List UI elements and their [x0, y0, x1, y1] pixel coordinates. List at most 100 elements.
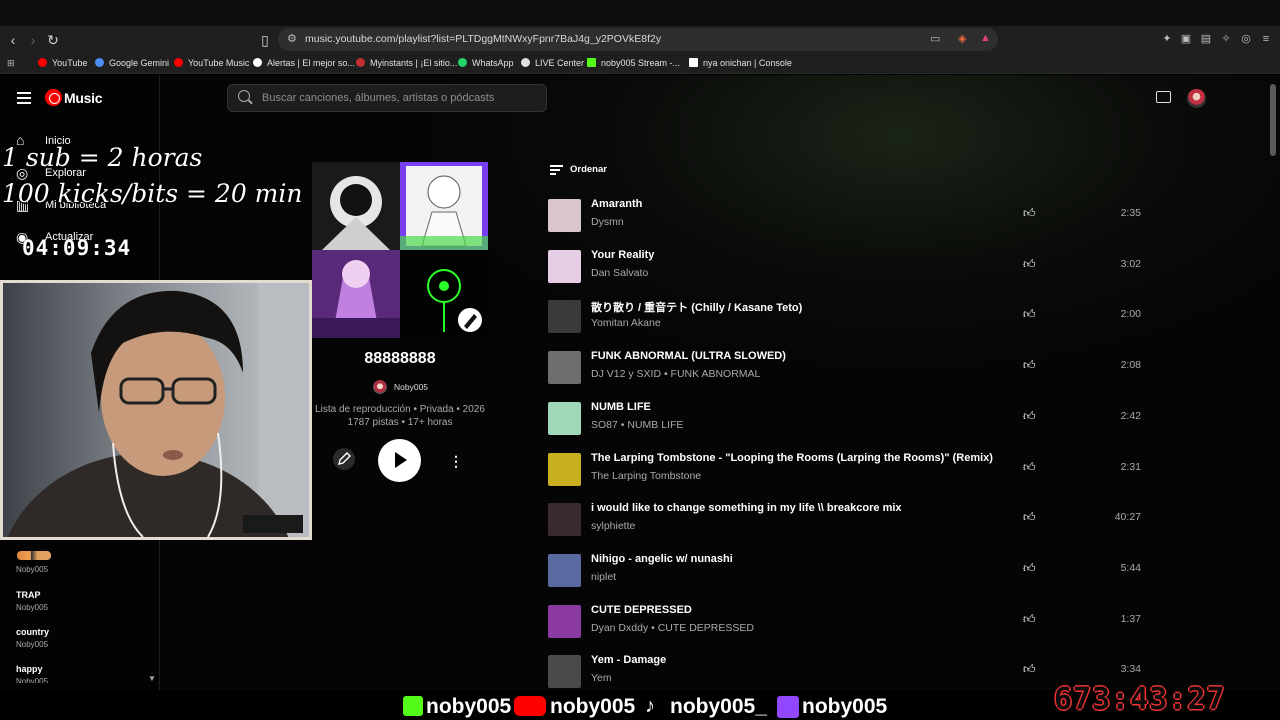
thumbs-up-icon[interactable]: 👍︎	[1023, 460, 1037, 474]
track-title[interactable]: Nihigo - angelic w/ nunashi	[591, 553, 733, 565]
bookmark-kick-stream[interactable]: noby005 Stream -...	[587, 56, 680, 71]
track-row[interactable]: i would like to change something in my l…	[548, 500, 1148, 550]
scroll-down-icon[interactable]: ▼	[148, 674, 156, 683]
edit-playlist-button[interactable]	[333, 448, 355, 470]
track-thumbnail[interactable]	[548, 199, 581, 232]
address-row: ‹ › ↻ ▯ ⚙ music.youtube.com/playlist?lis…	[0, 26, 1280, 53]
vpn-icon[interactable]: ◎	[1239, 32, 1253, 46]
bookmark-alertas[interactable]: Alertas | El mejor so...	[253, 56, 355, 71]
track-title[interactable]: Your Reality	[591, 249, 654, 261]
youtube-music-icon	[174, 58, 183, 67]
track-artist[interactable]: Yem	[591, 672, 612, 684]
play-all-button[interactable]	[378, 439, 421, 482]
youtube-icon	[514, 696, 546, 716]
extensions-icon[interactable]: ✦	[1160, 32, 1174, 46]
url-bar[interactable]: ⚙ music.youtube.com/playlist?list=PLTDgg…	[278, 28, 998, 51]
thumbs-up-icon[interactable]: 👍︎	[1023, 510, 1037, 524]
track-title[interactable]: CUTE DEPRESSED	[591, 604, 692, 616]
track-duration: 1:37	[1120, 612, 1141, 625]
thumbs-up-icon[interactable]: 👍︎	[1023, 358, 1037, 372]
track-row[interactable]: NUMB LIFE SO87 • NUMB LIFE 👍︎ 2:42	[548, 399, 1148, 449]
cast-icon[interactable]	[1156, 91, 1171, 103]
track-title[interactable]: Yem - Damage	[591, 654, 666, 666]
track-title[interactable]: NUMB LIFE	[591, 401, 651, 413]
track-thumbnail[interactable]	[548, 300, 581, 334]
youtube-music-icon	[45, 89, 62, 106]
track-row[interactable]: FUNK ABNORMAL (ULTRA SLOWED) DJ V12 y SXI…	[548, 348, 1148, 398]
thumbs-up-icon[interactable]: 👍︎	[1023, 307, 1037, 321]
bookmark-gemini[interactable]: Google Gemini	[95, 56, 169, 71]
track-title[interactable]: The Larping Tombstone - "Looping the Roo…	[591, 452, 993, 464]
more-options-button[interactable]: ⋮	[445, 450, 467, 472]
bookmark-youtube-music[interactable]: YouTube Music	[174, 56, 249, 71]
track-artist[interactable]: The Larping Tombstone	[591, 470, 701, 482]
track-artist[interactable]: sylphiette	[591, 520, 635, 532]
track-thumbnail[interactable]	[548, 351, 581, 385]
menu-icon[interactable]: ≡	[1259, 32, 1273, 46]
track-thumbnail[interactable]	[548, 452, 581, 486]
thumbs-up-icon[interactable]: 👍︎	[1023, 257, 1037, 271]
brave-rewards-icon[interactable]: ▲	[980, 32, 991, 44]
back-icon[interactable]: ‹	[4, 31, 22, 49]
pencil-icon	[338, 452, 351, 465]
wallet-icon[interactable]: ▤	[1199, 32, 1213, 46]
track-thumbnail[interactable]	[548, 401, 581, 435]
bookmark-myinstants[interactable]: Myinstants | ¡El sitio...	[356, 56, 457, 71]
track-row[interactable]: Amaranth Dysmn 👍︎ 2:35	[548, 196, 1148, 246]
track-artist[interactable]: Dan Salvato	[591, 267, 648, 279]
thumbs-up-icon[interactable]: 👍︎	[1023, 612, 1037, 626]
playlist-owner: Noby005	[16, 565, 49, 574]
overlay-bits-rule: 100 kicks/bits = 20 min	[2, 179, 303, 208]
track-artist[interactable]: DJ V12 y SXID • FUNK ABNORMAL	[591, 368, 760, 380]
track-thumbnail[interactable]	[548, 655, 581, 689]
page-scrollbar[interactable]	[1270, 84, 1276, 156]
bookmark-console[interactable]: nya onichan | Console	[689, 56, 792, 71]
sidebar-playlist-happy[interactable]: happy	[16, 664, 43, 674]
bookmark-live-center[interactable]: LIVE Center	[521, 56, 584, 71]
search-input[interactable]: Buscar canciones, álbumes, artistas o pó…	[227, 84, 547, 112]
track-duration: 3:34	[1120, 663, 1141, 676]
track-row[interactable]: CUTE DEPRESSED Dyan Dxddy • CUTE DEPRESSE…	[548, 602, 1148, 652]
forward-icon[interactable]: ›	[24, 31, 42, 49]
site-info-icon[interactable]: ⚙	[287, 32, 297, 45]
track-title[interactable]: FUNK ABNORMAL (ULTRA SLOWED)	[591, 350, 786, 362]
bookmark-whatsapp[interactable]: WhatsApp	[458, 56, 514, 71]
track-row[interactable]: Nihigo - angelic w/ nunashi niplet 👍︎ 5:44	[548, 551, 1148, 601]
track-row[interactable]: 散り散り / 重音テト (Chilly / Kasane Teto) Yomita…	[548, 297, 1148, 347]
track-thumbnail[interactable]	[548, 503, 581, 537]
leo-ai-icon[interactable]: ✧	[1219, 32, 1233, 46]
track-title[interactable]: 散り散り / 重音テト (Chilly / Kasane Teto)	[591, 299, 802, 315]
url-text[interactable]: music.youtube.com/playlist?list=PLTDggMt…	[305, 33, 661, 45]
webcam-feed	[0, 280, 312, 540]
track-artist[interactable]: Yomitan Akane	[591, 317, 661, 329]
brave-shield-icon[interactable]: ◈	[958, 32, 966, 45]
track-artist[interactable]: Dysmn	[591, 216, 624, 228]
track-thumbnail[interactable]	[548, 604, 581, 638]
track-row[interactable]: The Larping Tombstone - "Looping the Roo…	[548, 450, 1148, 500]
track-duration: 2:31	[1120, 460, 1141, 473]
track-artist[interactable]: SO87 • NUMB LIFE	[591, 419, 683, 431]
bookmark-icon[interactable]: ▯	[256, 31, 274, 49]
thumbs-up-icon[interactable]: 👍︎	[1023, 206, 1037, 220]
track-thumbnail[interactable]	[548, 553, 581, 587]
hamburger-menu-icon[interactable]	[17, 92, 31, 104]
install-app-icon[interactable]: ▭	[930, 32, 940, 45]
thumbs-up-icon[interactable]: 👍︎	[1023, 409, 1037, 423]
bookmark-youtube[interactable]: YouTube	[38, 56, 87, 71]
sidebar-playlist-country[interactable]: country	[16, 627, 49, 637]
reload-icon[interactable]: ↻	[44, 31, 62, 49]
track-artist[interactable]: Dyan Dxddy • CUTE DEPRESSED	[591, 622, 754, 634]
sidebar-icon[interactable]: ▣	[1179, 32, 1193, 46]
track-title[interactable]: i would like to change something in my l…	[591, 502, 902, 514]
thumbs-up-icon[interactable]: 👍︎	[1023, 561, 1037, 575]
gemini-icon	[95, 58, 104, 67]
track-row[interactable]: Your Reality Dan Salvato 👍︎ 3:02	[548, 247, 1148, 297]
thumbs-up-icon[interactable]: 👍︎	[1023, 662, 1037, 676]
whatsapp-icon	[458, 58, 467, 67]
track-artist[interactable]: niplet	[591, 571, 616, 583]
track-thumbnail[interactable]	[548, 249, 581, 283]
track-title[interactable]: Amaranth	[591, 198, 642, 210]
sidebar-playlist-trap[interactable]: TRAP	[16, 590, 41, 600]
apps-grid-icon[interactable]: ⊞	[7, 56, 15, 71]
account-avatar[interactable]	[1187, 89, 1206, 108]
